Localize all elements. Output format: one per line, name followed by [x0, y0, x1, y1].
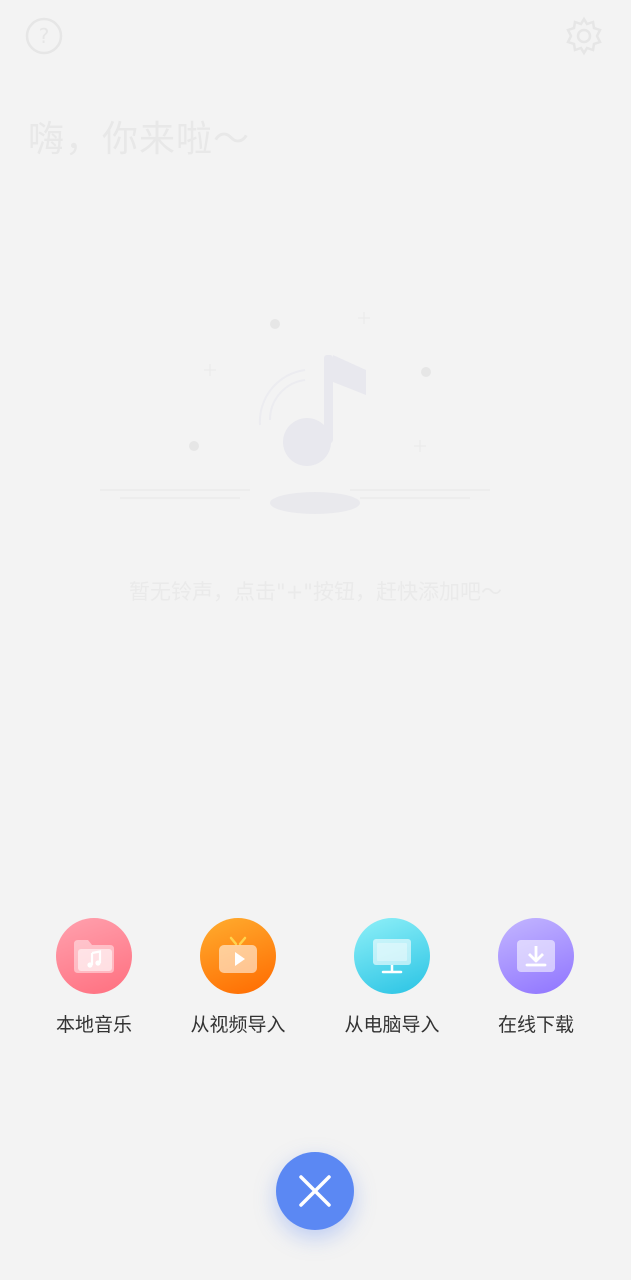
import-from-pc-button[interactable]: 从电脑导入 [322, 918, 462, 1037]
close-icon [299, 1175, 331, 1207]
close-button[interactable] [276, 1152, 354, 1230]
download-icon [498, 918, 574, 994]
gear-icon [564, 16, 604, 56]
empty-state-message: 暂无铃声，点击"+"按钮，赶快添加吧～ [129, 580, 502, 604]
tv-play-icon [200, 918, 276, 994]
help-icon: ? [24, 16, 64, 56]
empty-illustration [100, 300, 500, 530]
background-page: ? 嗨，你来啦～ 暂无铃声，点击"+"按钮，赶快添加吧～ [0, 0, 631, 1280]
import-actions: 本地音乐 从视频导入 从电脑导入 在线下载 [0, 918, 631, 1048]
greeting-title: 嗨，你来啦～ [28, 119, 251, 160]
local-music-button[interactable]: 本地音乐 [24, 918, 164, 1037]
import-from-video-label: 从视频导入 [190, 1014, 286, 1036]
local-music-label: 本地音乐 [55, 1014, 132, 1036]
online-download-button[interactable]: 在线下载 [466, 918, 606, 1037]
folder-music-icon [56, 918, 132, 994]
import-from-pc-label: 从电脑导入 [344, 1014, 440, 1036]
import-from-video-button[interactable]: 从视频导入 [168, 918, 308, 1037]
svg-text:?: ? [39, 24, 50, 48]
online-download-label: 在线下载 [497, 1014, 574, 1036]
monitor-icon [354, 918, 430, 994]
